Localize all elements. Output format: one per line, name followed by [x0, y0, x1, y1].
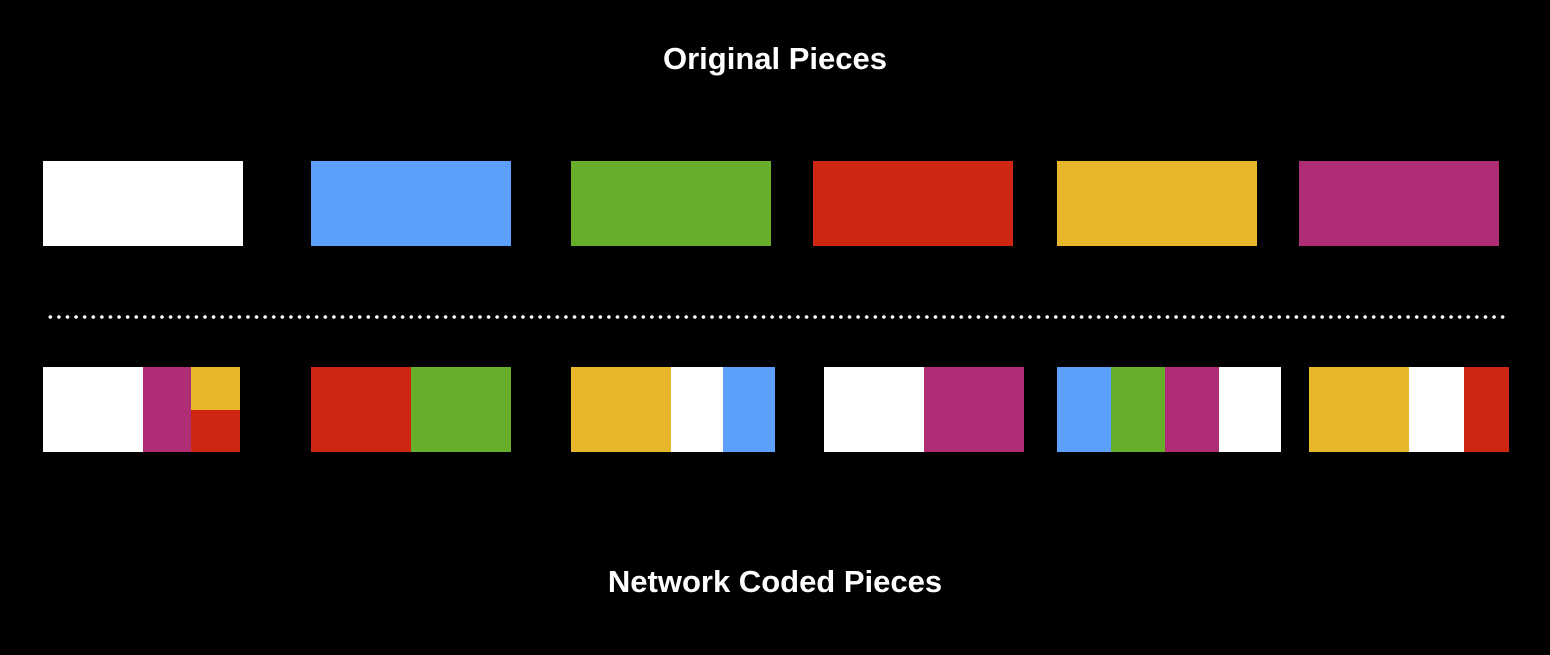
coded-piece: [43, 367, 240, 452]
dotted-divider: [46, 314, 1506, 320]
coded-piece: [1057, 367, 1281, 452]
coded-segment-green: [1111, 367, 1165, 452]
title-original-pieces: Original Pieces: [663, 41, 887, 76]
original-piece-yellow: [1057, 161, 1257, 246]
coded-segment-white: [43, 367, 143, 452]
coded-segment-magenta: [924, 367, 1024, 452]
coded-segment-green: [411, 367, 511, 452]
coded-segment-blue: [1057, 367, 1111, 452]
original-piece-white: [43, 161, 243, 246]
coded-piece: [824, 367, 1024, 452]
diagram-canvas: Original Pieces Network Coded Pieces: [0, 0, 1550, 655]
coded-segment-blue: [723, 367, 775, 452]
coded-segment-white: [1409, 367, 1464, 452]
original-piece-magenta: [1299, 161, 1499, 246]
coded-piece: [1309, 367, 1509, 452]
original-piece-green: [571, 161, 771, 246]
coded-segment-yellow: [1309, 367, 1409, 452]
coded-segment-magenta: [143, 367, 191, 452]
coded-segment-white: [824, 367, 924, 452]
coded-segment-white: [1219, 367, 1281, 452]
coded-piece: [311, 367, 511, 452]
coded-segment-white: [671, 367, 723, 452]
coded-segment-red: [191, 409, 240, 452]
coded-segment-magenta: [1165, 367, 1219, 452]
coded-segment-yellow: [571, 367, 671, 452]
coded-segment-yellow: [191, 367, 240, 410]
coded-piece: [571, 367, 775, 452]
coded-segment-red: [1464, 367, 1509, 452]
original-piece-red: [813, 161, 1013, 246]
original-piece-blue: [311, 161, 511, 246]
title-network-coded-pieces: Network Coded Pieces: [607, 564, 943, 599]
coded-segment-red: [311, 367, 411, 452]
